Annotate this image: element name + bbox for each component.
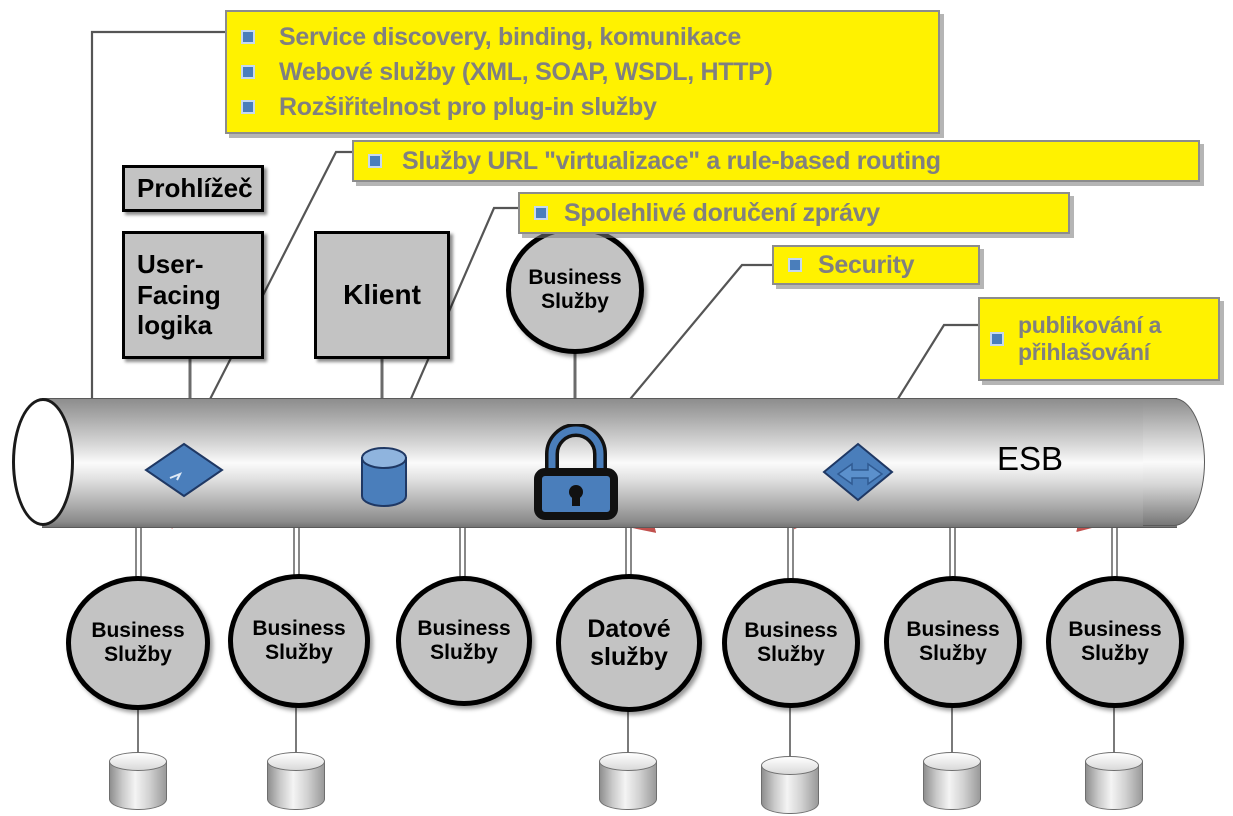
service-circle-3[interactable]: Business Služby: [396, 576, 532, 706]
bullet-icon: [534, 206, 548, 220]
database-5: [761, 756, 819, 816]
callout-capabilities-line-2: Webové služby (XML, SOAP, WSDL, HTTP): [279, 57, 773, 86]
esb-bus-left-cap: [12, 398, 74, 526]
database-1: [109, 752, 167, 812]
database-4-top: [599, 752, 657, 771]
node-business-sluzby-top-label: Business Služby: [528, 266, 622, 313]
callout-security-line-1: Security: [818, 250, 915, 279]
node-client-label: Klient: [343, 279, 421, 310]
database-1-top: [109, 752, 167, 771]
callout-delivery-line-1: Spolehlivé doručení zprávy: [564, 198, 880, 227]
service-circle-3-label: Business Služby: [417, 617, 511, 664]
callout-delivery[interactable]: Spolehlivé doručení zprávy: [518, 192, 1070, 234]
esb-label: ESB: [997, 440, 1064, 477]
service-circle-1[interactable]: Business Služby: [66, 576, 210, 710]
message-store-icon[interactable]: [358, 446, 410, 513]
node-browser[interactable]: Prohlížeč: [122, 165, 264, 212]
database-6-top: [923, 752, 981, 771]
bullet-icon: [990, 332, 1004, 346]
security-lock-icon[interactable]: [530, 423, 622, 525]
database-5-top: [761, 756, 819, 775]
callout-routing-line-1: Služby URL "virtualizace" a rule-based r…: [402, 146, 941, 175]
database-7: [1085, 752, 1143, 812]
callout-capabilities[interactable]: Service discovery, binding, komunikace W…: [225, 10, 940, 134]
service-circle-7-label: Business Služby: [1068, 618, 1162, 665]
node-user-facing-logika-label: User- Facing logika: [137, 248, 221, 341]
node-business-sluzby-top[interactable]: Business Služby: [506, 226, 644, 354]
database-7-top: [1085, 752, 1143, 771]
service-circle-4[interactable]: Datové služby: [556, 574, 702, 712]
bullet-icon: [788, 258, 802, 272]
callout-publish-line-2: přihlašování: [1018, 339, 1150, 365]
callout-security[interactable]: Security: [772, 245, 980, 285]
service-circle-5[interactable]: Business Služby: [722, 578, 860, 708]
callout-publish-line-1: publikování a: [1018, 312, 1162, 338]
node-user-facing-logika[interactable]: User- Facing logika: [122, 231, 264, 359]
service-circle-6[interactable]: Business Služby: [884, 576, 1022, 708]
service-circle-6-label: Business Služby: [906, 618, 1000, 665]
database-4: [599, 752, 657, 812]
service-circle-4-label: Datové služby: [587, 615, 671, 671]
router-diamond-right-icon[interactable]: [820, 440, 896, 509]
service-circle-2-label: Business Služby: [252, 617, 346, 664]
database-2-top: [267, 752, 325, 771]
node-browser-label: Prohlížeč: [137, 173, 253, 203]
bullet-icon: [368, 154, 382, 168]
database-6: [923, 752, 981, 812]
bullet-icon: [241, 100, 255, 114]
service-circle-5-label: Business Služby: [744, 619, 838, 666]
database-2: [267, 752, 325, 812]
callout-publish[interactable]: publikování a přihlašování: [978, 297, 1220, 381]
esb-bus-right-cap: [1143, 398, 1205, 526]
service-circle-2[interactable]: Business Služby: [228, 574, 370, 708]
router-diamond-icon[interactable]: [144, 440, 224, 505]
esb-diagram: ESB Prohlížeč User- Facing logika Klient…: [0, 0, 1233, 814]
bullet-icon: [241, 65, 255, 79]
service-circle-7[interactable]: Business Služby: [1046, 576, 1184, 708]
callout-capabilities-line-1: Service discovery, binding, komunikace: [279, 22, 741, 51]
callout-routing[interactable]: Služby URL "virtualizace" a rule-based r…: [352, 140, 1200, 182]
bullet-icon: [241, 30, 255, 44]
node-client[interactable]: Klient: [314, 231, 450, 359]
service-circle-1-label: Business Služby: [91, 619, 185, 666]
callout-capabilities-line-3: Rozšiřitelnost pro plug-in služby: [279, 92, 657, 121]
